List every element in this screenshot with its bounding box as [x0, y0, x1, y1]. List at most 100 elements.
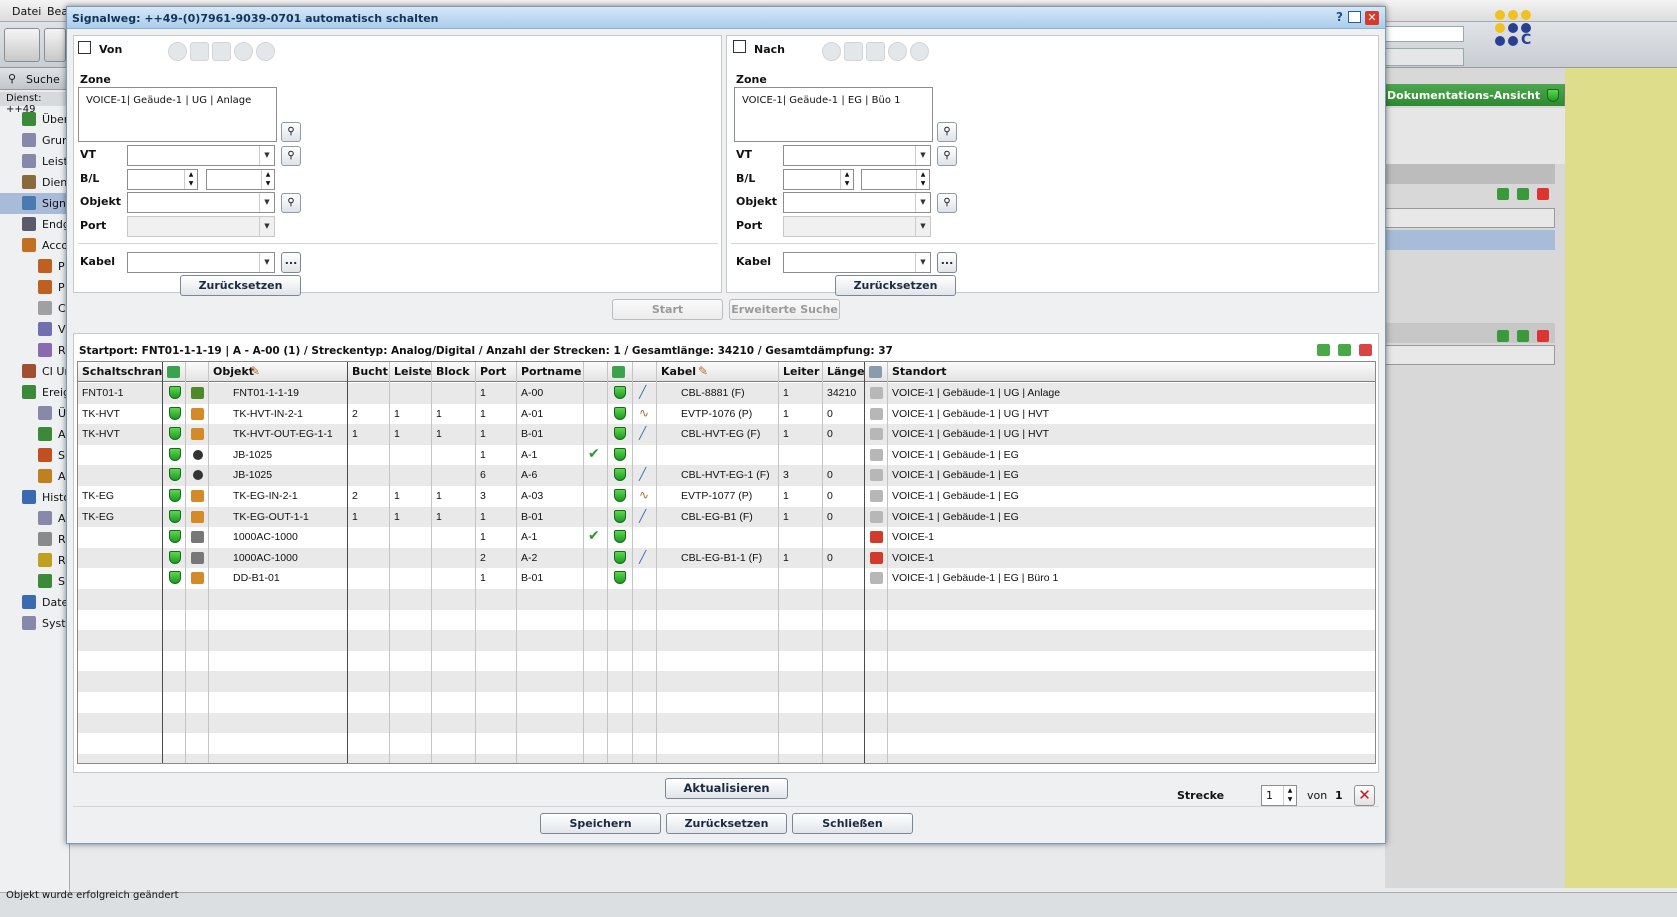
- cable-icon[interactable]: [234, 42, 253, 61]
- link-icon[interactable]: [910, 42, 929, 61]
- tree-item[interactable]: P: [0, 277, 70, 298]
- export-icons-1[interactable]: [1497, 188, 1557, 204]
- edit-icon[interactable]: ✎: [250, 364, 260, 378]
- nach-reset-button[interactable]: Zurücksetzen: [835, 275, 956, 296]
- column-header-ktype[interactable]: [633, 362, 657, 382]
- von-l-spinner[interactable]: ▲ ▼: [206, 169, 275, 190]
- tree-item[interactable]: Über: [0, 109, 70, 130]
- column-header-leiter[interactable]: Leiter: [779, 362, 823, 382]
- table-row[interactable]: FNT01-1 FNT01-1-1-19 1 A-00 CBL-8881 (F) 1 342…: [78, 383, 1375, 404]
- save-button[interactable]: Speichern: [540, 813, 661, 834]
- nach-zone-field[interactable]: VOICE-1| Geäude-1 | EG | Büo 1: [734, 87, 933, 142]
- tree-item[interactable]: Dien: [0, 172, 70, 193]
- tree-item[interactable]: S: [0, 445, 70, 466]
- help-icon[interactable]: ?: [1332, 10, 1347, 25]
- von-zone-field[interactable]: VOICE-1| Geäude-1 | UG | Anlage: [78, 87, 277, 142]
- excel-export-icon[interactable]: [1317, 344, 1330, 356]
- link-icon[interactable]: [256, 42, 275, 61]
- nach-kabel-combo[interactable]: ▼: [783, 252, 931, 273]
- von-kabel-more-button[interactable]: ...: [281, 252, 301, 273]
- nach-objekt-search-icon[interactable]: ⚲: [937, 193, 957, 213]
- tree-item[interactable]: R: [0, 529, 70, 550]
- von-b-spinner[interactable]: ▲ ▼: [127, 169, 198, 190]
- device-icon[interactable]: [866, 42, 885, 61]
- von-vt-combo[interactable]: ▼: [127, 145, 275, 166]
- von-vt-search-icon[interactable]: ⚲: [281, 146, 301, 166]
- rack-icon[interactable]: [190, 42, 209, 61]
- tree-item[interactable]: C: [0, 298, 70, 319]
- tree-item[interactable]: S: [0, 571, 70, 592]
- von-reset-button[interactable]: Zurücksetzen: [180, 275, 301, 296]
- top-right-field-2[interactable]: [1380, 48, 1464, 66]
- maximize-icon[interactable]: [1348, 11, 1361, 23]
- column-header-laenge[interactable]: Länge: [823, 362, 865, 382]
- nach-checkbox[interactable]: [733, 40, 746, 53]
- top-right-field[interactable]: [1380, 26, 1464, 42]
- start-button[interactable]: Start: [612, 299, 723, 320]
- von-objekt-search-icon[interactable]: ⚲: [281, 193, 301, 213]
- tree-item[interactable]: V: [0, 319, 70, 340]
- nach-objekt-combo[interactable]: ▼: [783, 192, 931, 213]
- tree-item[interactable]: Histo: [0, 487, 70, 508]
- nach-port-combo[interactable]: ▼: [783, 216, 931, 237]
- tree-item[interactable]: A: [0, 424, 70, 445]
- nach-zone-search-icon[interactable]: ⚲: [937, 122, 957, 142]
- nach-l-spinner[interactable]: ▲ ▼: [861, 169, 930, 190]
- close-icon[interactable]: ✕: [1365, 11, 1379, 25]
- column-header-objekt[interactable]: Objekt: [209, 362, 348, 382]
- column-header-kabel[interactable]: Kabel: [657, 362, 779, 382]
- table-row[interactable]: 1000AC-1000 1 A-1 VOICE-1 ✔: [78, 527, 1375, 548]
- von-kabel-combo[interactable]: ▼: [127, 252, 275, 273]
- cable-icon[interactable]: [888, 42, 907, 61]
- excel-export-all-icon[interactable]: [1338, 344, 1351, 356]
- von-port-combo[interactable]: ▼: [127, 216, 275, 237]
- table-row[interactable]: TK-HVT TK-HVT-OUT-EG-1-1 1 1 1 1 B-01 CBL-HVT-E…: [78, 424, 1375, 445]
- table-row[interactable]: DD-B1-01 1 B-01 VOICE-1 | Gebäude-1 | EG | …: [78, 568, 1375, 589]
- column-header-block[interactable]: Block: [432, 362, 476, 382]
- tree-item[interactable]: Acco: [0, 235, 70, 256]
- table-row[interactable]: TK-HVT TK-HVT-IN-2-1 2 1 1 1 A-01 EVTP-1076 (P)…: [78, 404, 1375, 425]
- table-row[interactable]: TK-EG TK-EG-OUT-1-1 1 1 1 1 B-01 CBL-EG-B1 (F) 1…: [78, 506, 1375, 528]
- tree-item[interactable]: Syst: [0, 613, 70, 634]
- search-tab[interactable]: ⚲ Suche: [0, 68, 70, 90]
- tree-item[interactable]: R: [0, 550, 70, 571]
- tree-item[interactable]: A: [0, 466, 70, 487]
- advanced-search-button[interactable]: Erweiterte Suche: [729, 299, 840, 320]
- column-header-port[interactable]: Port: [476, 362, 517, 382]
- column-header-type[interactable]: [186, 362, 209, 382]
- column-header-standort[interactable]: Standort: [888, 362, 1375, 382]
- nach-kabel-more-button[interactable]: ...: [937, 252, 957, 273]
- toolbar-button-2[interactable]: [44, 28, 66, 62]
- delete-route-icon[interactable]: ✕: [1354, 785, 1375, 806]
- globe-icon[interactable]: [168, 42, 187, 61]
- nach-vt-search-icon[interactable]: ⚲: [937, 146, 957, 166]
- device-icon[interactable]: [212, 42, 231, 61]
- tree-item[interactable]: Grur: [0, 130, 70, 151]
- nach-b-spinner[interactable]: ▲ ▼: [783, 169, 854, 190]
- tree-item[interactable]: Ereig: [0, 382, 70, 403]
- tree-item[interactable]: P: [0, 256, 70, 277]
- tree-item[interactable]: Leist: [0, 151, 70, 172]
- column-header-bucht[interactable]: Bucht: [348, 362, 390, 382]
- reset-all-button[interactable]: Zurücksetzen: [666, 813, 787, 834]
- tree-item[interactable]: A: [0, 508, 70, 529]
- column-header-schaltschrank[interactable]: Schaltschrank: [78, 362, 163, 382]
- tree-item[interactable]: Endg: [0, 214, 70, 235]
- pdf-export-icon[interactable]: [1359, 344, 1372, 356]
- globe-icon[interactable]: [822, 42, 841, 61]
- menu-bearbeiten[interactable]: Bea: [47, 5, 68, 18]
- table-row[interactable]: JB-1025 6 A-6 CBL-HVT-EG-1 (F) 3 0 VOICE-1 | G…: [78, 465, 1375, 486]
- von-objekt-combo[interactable]: ▼: [127, 192, 275, 213]
- rack-icon[interactable]: [844, 42, 863, 61]
- nach-vt-combo[interactable]: ▼: [783, 145, 931, 166]
- column-header-leiste[interactable]: Leiste: [390, 362, 432, 382]
- close-button[interactable]: Schließen: [792, 813, 913, 834]
- table-row[interactable]: 1000AC-1000 2 A-2 CBL-EG-B1-1 (F) 1 0 VOICE-1 ╱: [78, 547, 1375, 569]
- von-checkbox[interactable]: [78, 41, 91, 54]
- menu-datei[interactable]: Datei: [12, 5, 41, 18]
- von-zone-search-icon[interactable]: ⚲: [281, 122, 301, 142]
- export-icons-2[interactable]: [1497, 330, 1557, 346]
- table-row[interactable]: TK-EG TK-EG-IN-2-1 2 1 1 3 A-03 EVTP-1077 (P) 1 0…: [78, 486, 1375, 507]
- toolbar-button-1[interactable]: [4, 28, 40, 62]
- refresh-button[interactable]: Aktualisieren: [665, 778, 788, 799]
